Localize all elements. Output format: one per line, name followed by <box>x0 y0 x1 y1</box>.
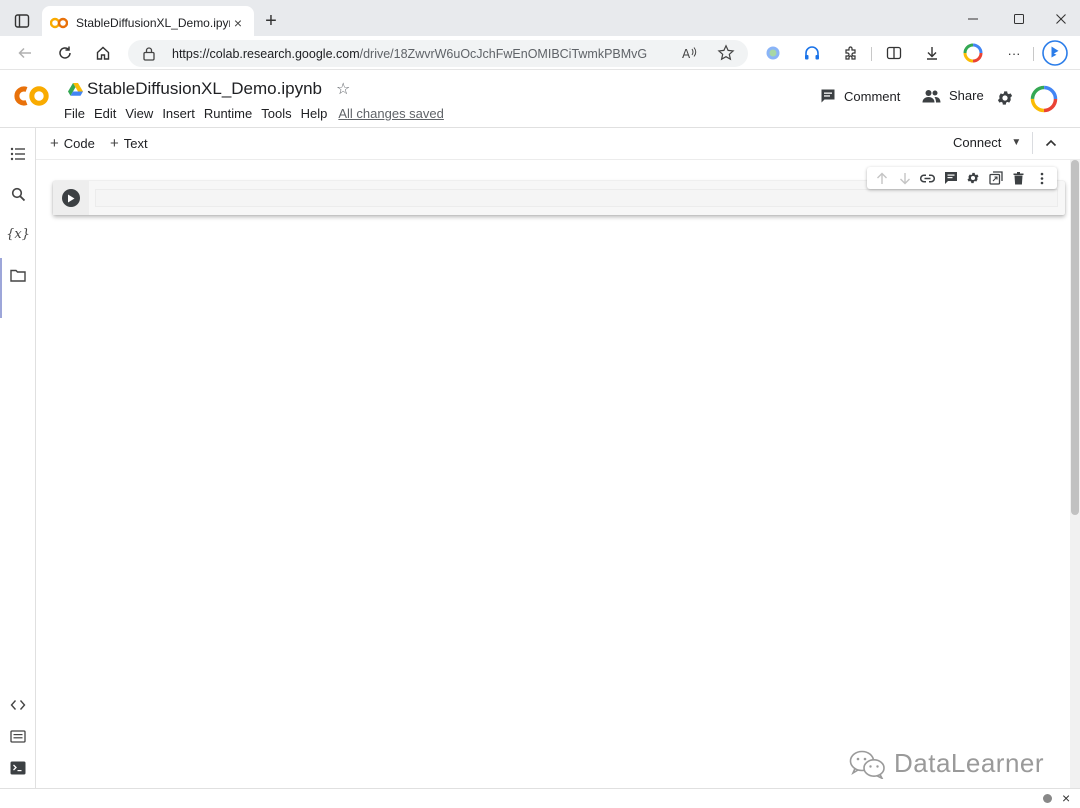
account-avatar-icon[interactable] <box>1029 84 1067 114</box>
star-icon[interactable]: ☆ <box>336 79 350 99</box>
menu-help[interactable]: Help <box>301 106 328 121</box>
minimize-icon[interactable] <box>950 6 996 32</box>
colab-favicon-icon <box>50 15 68 31</box>
code-snippets-icon[interactable] <box>8 695 28 715</box>
status-bar: × <box>0 788 1080 808</box>
downloads-icon[interactable] <box>919 41 945 65</box>
comment-label: Comment <box>844 88 901 104</box>
comment-button[interactable]: Comment <box>820 88 900 104</box>
google-drive-icon <box>68 82 83 96</box>
refresh-icon[interactable] <box>52 41 78 65</box>
move-down-arrow-icon[interactable] <box>896 169 914 187</box>
lock-icon[interactable] <box>142 46 160 61</box>
bing-copilot-icon[interactable] <box>1041 40 1069 66</box>
read-aloud-icon[interactable]: A <box>679 42 701 64</box>
window-close-icon[interactable] <box>1038 6 1080 32</box>
browser-tab-strip: StableDiffusionXL_Demo.ipynb - × + <box>0 0 1080 40</box>
cell-comment-icon[interactable] <box>942 169 960 187</box>
headphones-extension-icon[interactable] <box>799 41 825 65</box>
cell-settings-gear-icon[interactable] <box>964 169 982 187</box>
add-code-button[interactable]: + Code <box>50 135 95 152</box>
browser-toolbar: https://colab.research.google.com/drive/… <box>0 36 1080 70</box>
toolbar-divider <box>871 47 872 61</box>
status-indicator-icon <box>1043 794 1052 803</box>
share-button[interactable]: Share <box>922 88 984 103</box>
colab-logo[interactable] <box>12 82 52 110</box>
tab-actions-icon[interactable] <box>10 10 34 32</box>
scrollbar-thumb[interactable] <box>1071 160 1079 515</box>
save-status-link[interactable]: All changes saved <box>338 106 444 121</box>
delete-trash-icon[interactable] <box>1010 169 1028 187</box>
notebook-toolbar: + Code + Text Connect ▼ <box>36 128 1080 160</box>
terminal-icon[interactable] <box>8 758 28 778</box>
menu-tools[interactable]: Tools <box>261 106 291 121</box>
files-folder-icon[interactable] <box>8 265 28 285</box>
url-path: /drive/18ZwvrW6uOcJchFwEnOMIBCiTwmkPBMvG <box>359 46 648 61</box>
command-palette-icon[interactable] <box>8 726 28 746</box>
tab-title: StableDiffusionXL_Demo.ipynb - <box>76 16 230 30</box>
variables-icon[interactable]: {x} <box>6 224 30 244</box>
menu-edit[interactable]: Edit <box>94 106 116 121</box>
favorite-star-icon[interactable] <box>715 42 737 64</box>
add-text-label: Text <box>123 136 148 151</box>
settings-gear-icon[interactable] <box>996 89 1022 107</box>
share-label: Share <box>949 88 984 103</box>
extension-dot-icon[interactable] <box>760 41 786 65</box>
table-of-contents-icon[interactable] <box>8 144 28 164</box>
mirror-cell-icon[interactable] <box>987 169 1005 187</box>
menu-file[interactable]: File <box>64 106 85 121</box>
profile-ring-icon[interactable] <box>960 41 986 65</box>
people-icon <box>922 89 941 102</box>
plus-icon: + <box>110 135 119 152</box>
run-cell-play-icon[interactable] <box>62 189 80 207</box>
new-tab-button[interactable]: + <box>260 10 282 32</box>
left-side-rail: {x} <box>0 128 36 788</box>
notebook-area <box>36 160 1070 788</box>
toolbar-divider <box>1032 132 1033 154</box>
move-up-arrow-icon[interactable] <box>873 169 891 187</box>
browser-tab-active[interactable]: StableDiffusionXL_Demo.ipynb - × <box>42 6 254 40</box>
address-bar[interactable]: https://colab.research.google.com/drive/… <box>128 40 748 67</box>
comment-icon <box>821 89 835 103</box>
back-arrow-icon[interactable] <box>12 41 38 65</box>
chevron-down-icon[interactable]: ▼ <box>1011 137 1021 148</box>
chevron-up-icon[interactable] <box>1042 134 1060 152</box>
menu-insert[interactable]: Insert <box>162 106 195 121</box>
connect-button[interactable]: Connect ▼ <box>953 135 1021 150</box>
menu-runtime[interactable]: Runtime <box>204 106 252 121</box>
notebook-title[interactable]: StableDiffusionXL_Demo.ipynb <box>87 79 322 99</box>
extensions-puzzle-icon[interactable] <box>838 41 864 65</box>
more-options-icon[interactable]: ··· <box>1001 41 1027 65</box>
link-icon[interactable] <box>919 169 937 187</box>
toolbar-divider <box>1033 47 1034 61</box>
home-icon[interactable] <box>90 41 116 65</box>
add-text-button[interactable]: + Text <box>110 135 148 152</box>
svg-text:A: A <box>682 47 691 61</box>
split-screen-icon[interactable] <box>881 41 907 65</box>
colab-header: StableDiffusionXL_Demo.ipynb ☆ File Edit… <box>0 70 1080 128</box>
plus-icon: + <box>50 135 59 152</box>
menu-bar: File Edit View Insert Runtime Tools Help… <box>64 106 453 121</box>
rail-active-indicator <box>0 258 2 318</box>
code-editor[interactable] <box>95 189 1058 207</box>
menu-view[interactable]: View <box>125 106 153 121</box>
status-close-icon[interactable]: × <box>1062 790 1070 806</box>
url-host: https://colab.research.google.com <box>172 46 360 61</box>
cell-toolbar <box>867 167 1057 189</box>
connect-label: Connect <box>953 135 1002 150</box>
more-vertical-icon[interactable] <box>1033 169 1051 187</box>
watermark-text: DataLearner <box>894 748 1045 778</box>
tab-close-icon[interactable]: × <box>230 15 246 31</box>
watermark: DataLearner <box>848 748 1044 779</box>
notebook-title-row: StableDiffusionXL_Demo.ipynb ☆ <box>68 78 350 100</box>
wechat-logo-icon <box>849 750 885 779</box>
maximize-icon[interactable] <box>996 6 1042 32</box>
search-icon[interactable] <box>8 184 28 204</box>
add-code-label: Code <box>63 136 95 151</box>
